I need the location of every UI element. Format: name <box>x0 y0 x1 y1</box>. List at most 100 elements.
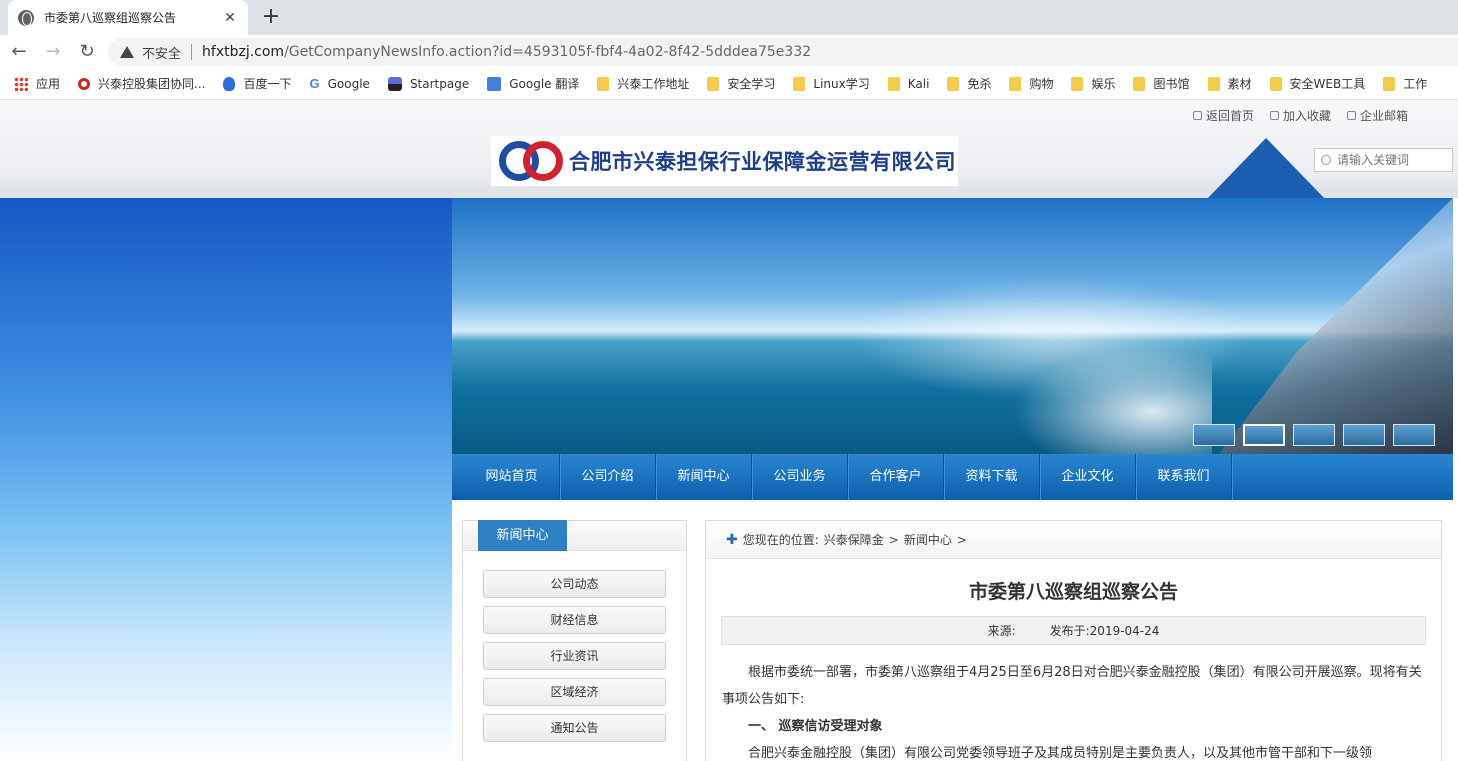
folder-icon <box>1071 76 1084 91</box>
article-heading: 一、 巡察信访受理对象 <box>748 719 883 734</box>
sidebar-title: 新闻中心 <box>478 520 567 551</box>
background-gradient <box>0 198 452 761</box>
tab-title: 市委第八巡察组巡察公告 <box>44 11 177 25</box>
breadcrumb-link[interactable]: 兴泰保障金 <box>824 531 884 548</box>
site-search <box>1314 148 1453 172</box>
bookmark-folder[interactable]: Kali <box>887 76 930 91</box>
home-icon <box>1192 111 1202 120</box>
bookmark-label: 安全WEB工具 <box>1289 77 1366 91</box>
bookmark-folder[interactable]: 购物 <box>1009 75 1053 92</box>
bookmark-folder[interactable]: 安全WEB工具 <box>1269 75 1366 92</box>
mail-link[interactable]: 企业邮箱 <box>1346 107 1408 124</box>
sidebar-item-notices[interactable]: 通知公告 <box>483 714 666 742</box>
article-paragraph: 合肥兴泰金融控股（集团）有限公司党委领导班子及其成员特别是主要负责人，以及其他市… <box>748 746 1373 761</box>
bookmark-label: 素材 <box>1227 77 1252 91</box>
new-tab-button[interactable]: + <box>258 4 284 30</box>
breadcrumb-link[interactable]: 新闻中心 <box>904 531 952 548</box>
bookmark-label: 安全学习 <box>727 77 776 91</box>
banner-thumb[interactable] <box>1343 424 1385 446</box>
sidebar-item-industry[interactable]: 行业资讯 <box>483 642 666 670</box>
nav-home[interactable]: 网站首页 <box>464 454 560 500</box>
bookmark-label: Google 翻译 <box>509 77 580 91</box>
nav-culture[interactable]: 企业文化 <box>1040 454 1136 500</box>
bookmark-apps[interactable]: 应用 <box>14 75 60 92</box>
web-page: 返回首页 加入收藏 企业邮箱 合肥市兴泰担保行业保障金运营有限公司 网站首页 公… <box>0 101 1458 761</box>
bookmark-label: 百度一下 <box>243 77 292 91</box>
bookmark-folder[interactable]: 素材 <box>1207 75 1252 92</box>
home-link[interactable]: 返回首页 <box>1192 107 1254 124</box>
folder-icon <box>707 76 720 91</box>
banner-thumb-active[interactable] <box>1243 424 1285 446</box>
bookmark-label: 兴泰工作地址 <box>617 77 690 91</box>
article-title: 市委第八巡察组巡察公告 <box>968 581 1178 603</box>
bookmark-label: 图书馆 <box>1153 77 1190 91</box>
article-panel: ✚ 您现在的位置: 兴泰保障金 > 新闻中心 > 市委第八巡察组巡察公告 来源:… <box>705 520 1442 761</box>
breadcrumb: ✚ 您现在的位置: 兴泰保障金 > 新闻中心 > <box>706 521 1441 559</box>
apps-grid-icon <box>14 76 28 91</box>
banner-thumb[interactable] <box>1293 424 1335 446</box>
back-button[interactable]: ← <box>4 37 34 67</box>
omnibox[interactable]: 不安全 hfxtbzj.com /GetCompanyNewsInfo.acti… <box>108 38 1458 66</box>
bookmark-folder[interactable]: 娱乐 <box>1071 75 1115 92</box>
search-input[interactable] <box>1337 153 1447 167</box>
nav-downloads[interactable]: 资料下载 <box>944 454 1040 500</box>
sidebar-item-regional[interactable]: 区域经济 <box>483 678 666 706</box>
bookmark-label: Startpage <box>409 76 470 91</box>
bookmark-label: 娱乐 <box>1091 77 1116 91</box>
top-links: 返回首页 加入收藏 企业邮箱 <box>1177 107 1408 124</box>
sidebar-header: 新闻中心 <box>463 520 686 551</box>
banner-thumb[interactable] <box>1393 424 1435 446</box>
breadcrumb-separator: > <box>888 532 899 547</box>
banner-thumbnails <box>1193 424 1443 446</box>
nav-contact[interactable]: 联系我们 <box>1136 454 1232 500</box>
article-source: 来源: <box>987 624 1016 638</box>
bookmark-startpage[interactable]: Startpage <box>387 76 470 91</box>
bookmark-folder[interactable]: 兴泰工作地址 <box>597 75 689 92</box>
folder-icon <box>793 76 806 91</box>
google-g-icon: G <box>309 76 320 91</box>
breadcrumb-prefix: 您现在的位置: <box>742 533 819 547</box>
bookmark-google-translate[interactable]: Google 翻译 <box>487 75 579 92</box>
bookmark-label: 应用 <box>36 77 61 91</box>
sidebar-item-company-news[interactable]: 公司动态 <box>483 570 666 598</box>
bookmark-folder[interactable]: 安全学习 <box>707 75 775 92</box>
forward-button[interactable]: → <box>38 37 68 67</box>
bookmark-baidu[interactable]: 百度一下 <box>223 75 291 92</box>
nav-news[interactable]: 新闻中心 <box>656 454 752 500</box>
folder-icon <box>1269 76 1282 91</box>
logo-text: 合肥市兴泰担保行业保障金运营有限公司 <box>569 150 956 174</box>
bookmark-folder[interactable]: 免杀 <box>947 75 991 92</box>
bookmark-label: Kali <box>907 76 930 91</box>
folder-icon <box>887 76 900 91</box>
startpage-icon <box>387 76 402 91</box>
sailboat-image <box>1219 198 1453 454</box>
insecure-label[interactable]: 不安全 <box>142 43 181 62</box>
close-tab-icon[interactable]: ✕ <box>222 10 238 26</box>
omnibox-divider <box>191 44 193 60</box>
favorite-link[interactable]: 加入收藏 <box>1269 107 1331 124</box>
bookmark-folder[interactable]: Linux学习 <box>793 75 870 92</box>
folder-icon <box>597 76 610 91</box>
banner-thumb[interactable] <box>1193 424 1235 446</box>
link-label: 企业邮箱 <box>1359 109 1408 123</box>
globe-icon <box>18 9 34 26</box>
folder-icon <box>1207 76 1220 91</box>
sidebar-item-finance[interactable]: 财经信息 <box>483 606 666 634</box>
bookmark-folder[interactable]: 图书馆 <box>1133 75 1190 92</box>
plus-icon: ✚ <box>726 531 738 548</box>
nav-business[interactable]: 公司业务 <box>752 454 848 500</box>
nav-about[interactable]: 公司介绍 <box>560 454 656 500</box>
favorite-icon <box>1269 111 1279 120</box>
sidebar-menu: 公司动态 财经信息 行业资讯 区域经济 通知公告 <box>463 551 686 742</box>
site-logo[interactable]: 合肥市兴泰担保行业保障金运营有限公司 <box>491 136 958 186</box>
bookmark-label: 工作 <box>1403 77 1428 91</box>
bookmark-xingtai[interactable]: 兴泰控股集团协同... <box>78 75 205 92</box>
bookmark-label: 购物 <box>1029 77 1054 91</box>
nav-clients[interactable]: 合作客户 <box>848 454 944 500</box>
reload-button[interactable]: ↻ <box>72 37 102 67</box>
browser-tab-strip: 市委第八巡察组巡察公告 ✕ + <box>0 0 1458 35</box>
bookmark-google[interactable]: G Google <box>309 76 369 91</box>
translate-icon <box>487 76 502 91</box>
bookmark-folder[interactable]: 工作 <box>1383 75 1427 92</box>
browser-tab[interactable]: 市委第八巡察组巡察公告 ✕ <box>8 0 248 35</box>
